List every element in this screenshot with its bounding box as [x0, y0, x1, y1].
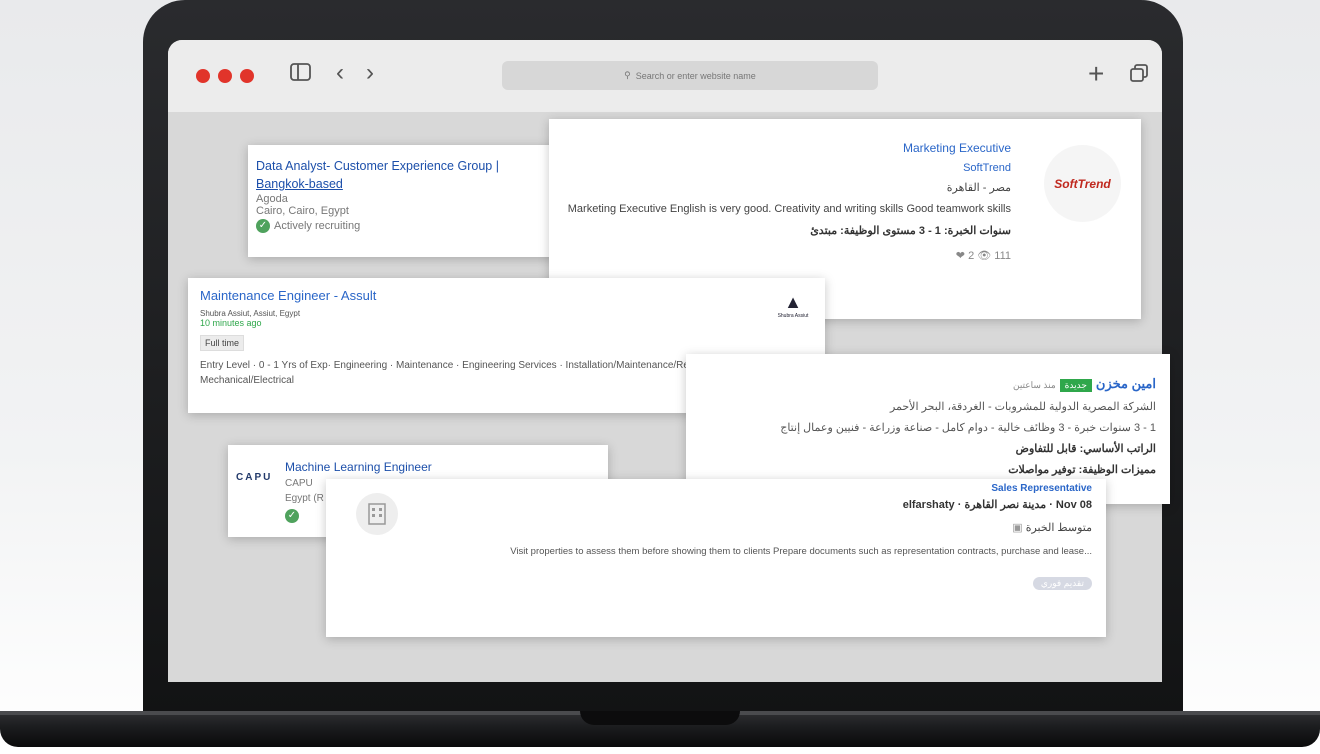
job-title[interactable]: Data Analyst- Customer Experience Group …	[256, 157, 550, 175]
capu-logo: CAPU	[236, 472, 273, 483]
softtrend-logo: SoftTrend	[1044, 145, 1121, 222]
job-location: Shubra Assiut, Assiut, Egypt	[200, 309, 301, 318]
job-location: Cairo, Cairo, Egypt	[256, 205, 349, 217]
benefits: مميزات الوظيفة: توفير مواصلات	[1008, 464, 1156, 476]
job-description: ...Visit properties to assess them befor…	[510, 546, 1092, 557]
company-name[interactable]: SoftTrend	[559, 162, 1011, 174]
new-badge: جديدة	[1059, 379, 1092, 392]
job-description: Marketing Executive English is very good…	[567, 203, 1011, 215]
building-icon: ▲	[784, 292, 802, 312]
check-icon: ✓	[285, 509, 299, 523]
job-title[interactable]: امين مخزن	[1096, 376, 1156, 391]
check-icon: ✓	[256, 219, 270, 233]
tabs-overview-icon[interactable]	[1130, 64, 1148, 82]
posted-time: 10 minutes ago	[200, 318, 262, 328]
job-details: 1 - 3 سنوات خبرة - 3 وظائف خالية - دوام …	[780, 422, 1156, 434]
job-link[interactable]: Sales Representative	[340, 483, 1092, 494]
building-icon	[356, 493, 398, 535]
job-type-badge: Full time	[200, 335, 245, 351]
job-stats: 111 👁 2 ❤	[955, 250, 1011, 262]
job-card-data-analyst[interactable]: Data Analyst- Customer Experience Group …	[248, 145, 558, 257]
salary: الراتب الأساسي: قابل للتفاوض	[1015, 443, 1156, 455]
job-location: Egypt (R	[285, 493, 324, 504]
apply-tag[interactable]: تقديم فوري	[1032, 577, 1092, 590]
experience-level: متوسط الخبرة	[1025, 522, 1092, 534]
company-logo: ▲ Shubra Assiut	[777, 292, 809, 319]
sidebar-toggle-icon[interactable]	[290, 62, 312, 82]
address-placeholder: Search or enter website name	[635, 70, 756, 81]
job-title[interactable]: Maintenance Engineer - Assult	[200, 288, 813, 303]
address-bar[interactable]: ⚲ Search or enter website name	[502, 61, 878, 90]
date-location: Nov 08 · مدينة نصر القاهرة · elfarshaty	[902, 499, 1092, 511]
job-title-line2[interactable]: Bangkok-based	[256, 175, 550, 193]
job-title[interactable]: Machine Learning Engineer	[285, 460, 432, 474]
zoom-window-button[interactable]	[240, 69, 254, 83]
minimize-window-button[interactable]	[218, 69, 232, 83]
briefcase-icon: ▣	[1012, 522, 1023, 534]
new-tab-icon[interactable]: +	[1088, 58, 1104, 90]
laptop-notch	[580, 711, 740, 725]
company-location: الشركة المصرية الدولية للمشروبات - الغرد…	[889, 401, 1156, 413]
job-location: مصر - القاهرة	[946, 182, 1011, 194]
forward-icon[interactable]: ›	[366, 59, 374, 87]
close-window-button[interactable]	[196, 69, 210, 83]
company-name: CAPU	[285, 478, 313, 489]
browser-toolbar: ‹ › ⚲ Search or enter website name +	[168, 40, 1162, 112]
search-icon: ⚲	[624, 70, 631, 80]
job-card-sales[interactable]: Sales Representative Nov 08 · مدينة نصر …	[326, 479, 1106, 637]
job-title[interactable]: Marketing Executive	[559, 141, 1011, 155]
recruiting-status: Actively recruiting	[274, 219, 361, 232]
company-name: Agoda	[256, 193, 288, 205]
back-icon[interactable]: ‹	[336, 59, 344, 87]
job-meta: سنوات الخبرة: 1 - 3 مستوى الوظيفة: مبتدئ	[810, 225, 1011, 237]
posted-time: منذ ساعتين	[1012, 380, 1056, 390]
